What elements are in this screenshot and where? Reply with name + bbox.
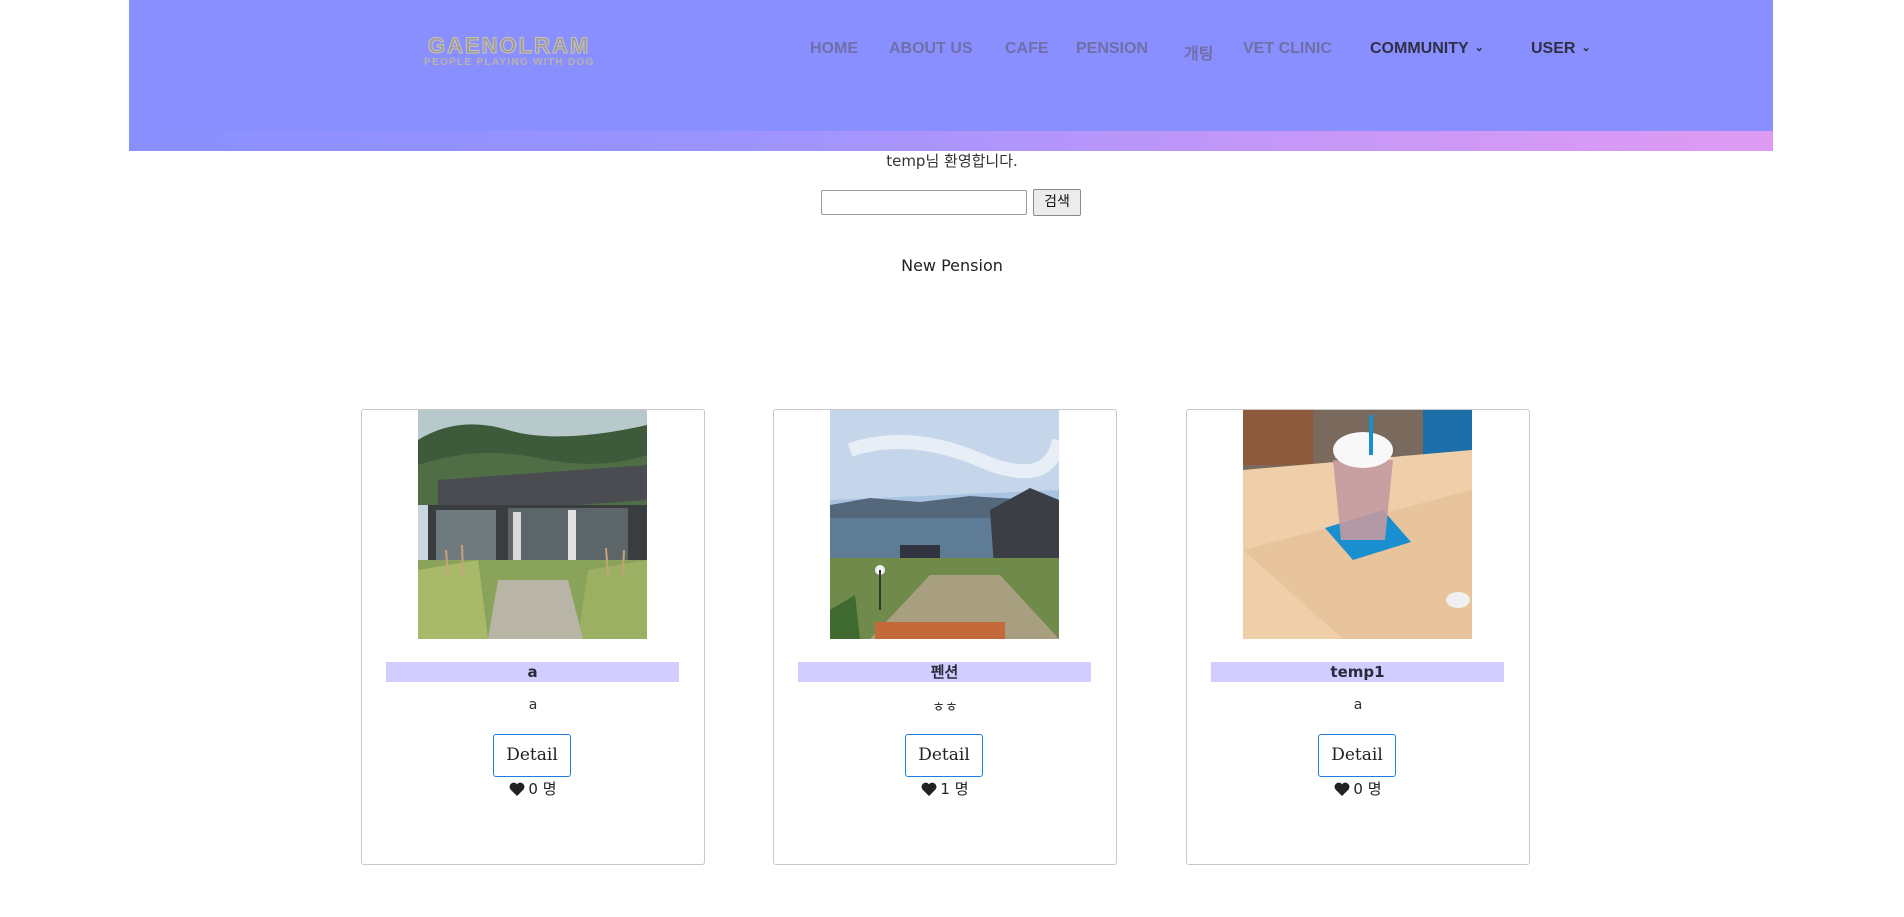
chevron-down-icon: ⌄ bbox=[1474, 42, 1484, 54]
nav-user[interactable]: USER ⌄ bbox=[1531, 40, 1591, 58]
like-count-value: 1 bbox=[940, 780, 950, 798]
like-count-unit: 명 bbox=[1367, 780, 1382, 798]
like-count-value: 0 bbox=[528, 780, 538, 798]
like-count: 0 명 bbox=[1187, 778, 1529, 799]
heart-icon[interactable] bbox=[509, 782, 525, 796]
welcome-message: temp님 환영합니다. bbox=[886, 152, 1018, 170]
section-title: New Pension bbox=[901, 256, 1003, 275]
like-count: 1 명 bbox=[774, 778, 1116, 799]
pension-description: a bbox=[528, 697, 538, 713]
pension-photo[interactable] bbox=[418, 410, 647, 639]
nav-home[interactable]: HOME bbox=[810, 40, 858, 58]
nav-cafe[interactable]: CAFE bbox=[1005, 40, 1049, 58]
nav-user-label: USER bbox=[1531, 40, 1576, 57]
nav-pension[interactable]: PENSION bbox=[1076, 40, 1148, 58]
search-button[interactable]: 검색 bbox=[1033, 189, 1081, 216]
search-input[interactable] bbox=[821, 190, 1027, 215]
pension-card: temp1 a Detail 0 명 bbox=[1186, 409, 1530, 865]
pension-card: 펜션 ㅎㅎ Detail 1 명 bbox=[773, 409, 1117, 865]
like-count-value: 0 bbox=[1353, 780, 1363, 798]
nav-about-us[interactable]: ABOUT US bbox=[889, 40, 973, 58]
detail-button[interactable]: Detail bbox=[905, 734, 983, 777]
pension-name: 펜션 bbox=[798, 662, 1091, 682]
pension-description: a bbox=[1353, 697, 1363, 713]
like-count-unit: 명 bbox=[954, 780, 969, 798]
detail-button[interactable]: Detail bbox=[493, 734, 571, 777]
nav-vet-clinic[interactable]: VET CLINIC bbox=[1243, 40, 1332, 58]
like-count: 0 명 bbox=[362, 778, 704, 799]
site-header: GAENOLRAM PEOPLE PLAYING WITH DOG HOME A… bbox=[129, 0, 1773, 151]
pension-card: a a Detail 0 명 bbox=[361, 409, 705, 865]
nav-dating[interactable]: 개팅 bbox=[1184, 40, 1213, 64]
pension-description: ㅎㅎ bbox=[932, 700, 958, 716]
header-gradient-strip bbox=[129, 131, 1773, 151]
like-count-unit: 명 bbox=[542, 780, 557, 798]
pension-photo[interactable] bbox=[830, 410, 1059, 639]
detail-button[interactable]: Detail bbox=[1318, 734, 1396, 777]
main-nav: HOME ABOUT US CAFE PENSION 개팅 VET CLINIC… bbox=[129, 40, 1773, 64]
heart-icon[interactable] bbox=[921, 782, 937, 796]
chevron-down-icon: ⌄ bbox=[1581, 42, 1591, 54]
pension-photo[interactable] bbox=[1243, 410, 1472, 639]
heart-icon[interactable] bbox=[1334, 782, 1350, 796]
pension-name: a bbox=[386, 662, 679, 682]
nav-community[interactable]: COMMUNITY ⌄ bbox=[1370, 40, 1484, 58]
pension-name: temp1 bbox=[1211, 662, 1504, 682]
nav-community-label: COMMUNITY bbox=[1370, 40, 1469, 57]
